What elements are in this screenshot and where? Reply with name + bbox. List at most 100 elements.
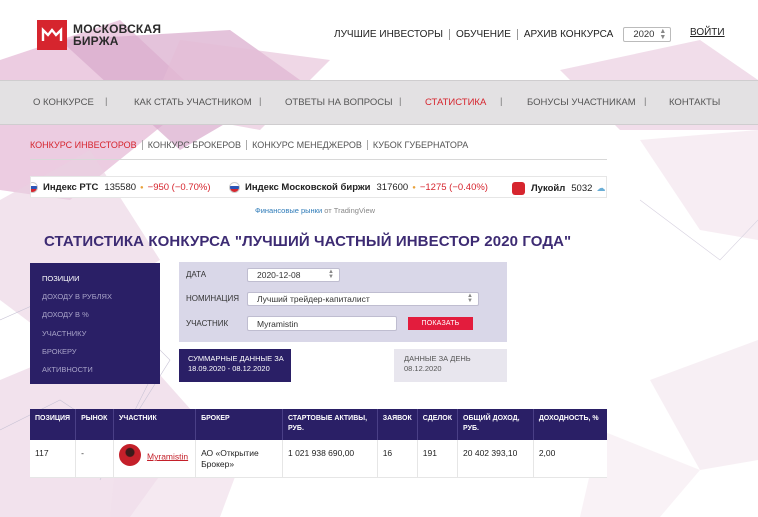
cell-orders: 16 bbox=[377, 440, 418, 478]
nav-separator: | bbox=[644, 96, 647, 107]
participant-input-value: Myramistin bbox=[257, 318, 299, 329]
top-nav: ЛУЧШИЕ ИНВЕСТОРЫ ОБУЧЕНИЕ АРХИВ КОНКУРСА… bbox=[334, 27, 672, 42]
market-ticker[interactable]: Индекс РТС 135580 ● −950 (−0.70%) Индекс… bbox=[30, 176, 607, 198]
contest-subnav: КОНКУРС ИНВЕСТОРОВ КОНКУРС БРОКЕРОВ КОНК… bbox=[30, 140, 607, 160]
nomination-label: НОМИНАЦИЯ bbox=[186, 294, 239, 303]
col-position[interactable]: ПОЗИЦИЯ bbox=[30, 409, 77, 440]
col-yield[interactable]: ДОХОДНОСТЬ, % bbox=[533, 409, 607, 440]
russia-flag-icon bbox=[31, 182, 38, 193]
day-tab-line2: 08.12.2020 bbox=[404, 364, 442, 373]
login-link[interactable]: ВОЙТИ bbox=[690, 27, 725, 38]
side-item-broker[interactable]: БРОКЕРУ bbox=[42, 346, 160, 364]
side-item-income-percent[interactable]: ДОХОДУ В % bbox=[42, 309, 160, 327]
cell-broker: АО «Открытие Брокер» bbox=[195, 440, 283, 478]
side-item-income-rub[interactable]: ДОХОДУ В РУБЛЯХ bbox=[42, 291, 160, 309]
ticker-item-lukoil[interactable]: Лукойл 5032 ☁ bbox=[512, 182, 605, 195]
side-item-participant[interactable]: УЧАСТНИКУ bbox=[42, 328, 160, 346]
cell-position: 117 bbox=[30, 440, 77, 478]
updown-chevron-icon: ▲ ▼ bbox=[328, 269, 334, 280]
col-participant[interactable]: УЧАСТНИК bbox=[113, 409, 197, 440]
cell-participant: Myramistin bbox=[113, 440, 197, 478]
summary-tab-line1: СУММАРНЫЕ ДАННЫЕ ЗА bbox=[188, 354, 284, 363]
stats-side-menu: ПОЗИЦИИ ДОХОДУ В РУБЛЯХ ДОХОДУ В % УЧАСТ… bbox=[30, 263, 160, 384]
participant-link[interactable]: Myramistin bbox=[147, 451, 188, 461]
ticker-name: Индекс Московской биржи bbox=[245, 182, 371, 193]
nav-about[interactable]: О КОНКУРСЕ bbox=[33, 97, 94, 108]
lukoil-logo-icon bbox=[512, 182, 525, 195]
updown-chevron-icon: ▲ ▼ bbox=[467, 293, 473, 304]
subnav-governor-cup[interactable]: КУБОК ГУБЕРНАТОРА bbox=[368, 140, 473, 150]
nav-separator: | bbox=[105, 96, 108, 107]
moex-logo-icon bbox=[37, 20, 67, 50]
nav-bonuses[interactable]: БОНУСЫ УЧАСТНИКАМ bbox=[527, 97, 636, 108]
cloud-icon: ☁ bbox=[596, 183, 606, 193]
tab-summary-period[interactable]: СУММАРНЫЕ ДАННЫЕ ЗА 18.09.2020 - 08.12.2… bbox=[179, 349, 291, 382]
moex-logo[interactable]: МОСКОВСКАЯ БИРЖА bbox=[37, 20, 161, 50]
nomination-select-value: Лучший трейдер-капиталист bbox=[257, 294, 370, 304]
realtime-dot-icon: ● bbox=[140, 184, 144, 191]
subnav-managers[interactable]: КОНКУРС МЕНЕДЖЕРОВ bbox=[247, 140, 368, 150]
top-link-education[interactable]: ОБУЧЕНИЕ bbox=[450, 29, 518, 40]
nav-statistics[interactable]: СТАТИСТИКА bbox=[425, 97, 486, 108]
page-title: СТАТИСТИКА КОНКУРСА "ЛУЧШИЙ ЧАСТНЫЙ ИНВЕ… bbox=[44, 233, 572, 250]
nav-how-to-join[interactable]: КАК СТАТЬ УЧАСТНИКОМ bbox=[134, 97, 252, 108]
cell-start-assets: 1 021 938 690,00 bbox=[282, 440, 378, 478]
nomination-select[interactable]: Лучший трейдер-капиталист ▲ ▼ bbox=[247, 292, 479, 306]
top-link-archive[interactable]: АРХИВ КОНКУРСА bbox=[518, 29, 619, 40]
updown-chevron-icon: ▲ ▼ bbox=[659, 27, 667, 41]
day-tab-line1: ДАННЫЕ ЗА ДЕНЬ bbox=[404, 354, 471, 363]
col-market[interactable]: РЫНОК bbox=[75, 409, 115, 440]
ticker-value: 135580 bbox=[104, 182, 137, 193]
nav-contacts[interactable]: КОНТАКТЫ bbox=[669, 97, 720, 108]
col-broker[interactable]: БРОКЕР bbox=[195, 409, 283, 440]
ticker-name: Лукойл bbox=[531, 183, 566, 194]
tradingview-link[interactable]: Финансовые рынки bbox=[255, 206, 322, 215]
ticker-item-moex[interactable]: Индекс Московской биржи 317600 ● −1275 (… bbox=[229, 182, 488, 193]
participant-input[interactable]: Myramistin bbox=[247, 316, 397, 331]
cell-market: - bbox=[75, 440, 115, 478]
table-row: 117 - Myramistin АО «Открытие Брокер» 1 … bbox=[30, 440, 607, 478]
logo-text: МОСКОВСКАЯ БИРЖА bbox=[73, 23, 161, 47]
ticker-change: −1275 (−0.40%) bbox=[419, 182, 488, 193]
cell-deals: 191 bbox=[417, 440, 459, 478]
date-field[interactable]: 2020-12-08 ▲ ▼ bbox=[247, 268, 340, 282]
tradingview-suffix: от TradingView bbox=[324, 206, 376, 215]
tab-day-data[interactable]: ДАННЫЕ ЗА ДЕНЬ 08.12.2020 bbox=[394, 349, 507, 382]
show-button[interactable]: ПОКАЗАТЬ bbox=[408, 317, 473, 330]
col-start-assets[interactable]: СТАРТОВЫЕ АКТИВЫ, РУБ. bbox=[282, 409, 378, 440]
side-item-activity[interactable]: АКТИВНОСТИ bbox=[42, 364, 160, 382]
nav-separator: | bbox=[259, 96, 262, 107]
site-header: МОСКОВСКАЯ БИРЖА ЛУЧШИЕ ИНВЕСТОРЫ ОБУЧЕН… bbox=[0, 0, 758, 80]
russia-flag-icon bbox=[229, 182, 240, 193]
nav-separator: | bbox=[500, 96, 503, 107]
cell-yield: 2,00 bbox=[533, 440, 607, 478]
ticker-value: 5032 bbox=[571, 183, 593, 194]
table-header-row: ПОЗИЦИЯ РЫНОК УЧАСТНИК БРОКЕР СТАРТОВЫЕ … bbox=[30, 409, 607, 440]
nav-separator: | bbox=[399, 96, 402, 107]
results-table: ПОЗИЦИЯ РЫНОК УЧАСТНИК БРОКЕР СТАРТОВЫЕ … bbox=[30, 409, 607, 478]
ticker-name: Индекс РТС bbox=[43, 182, 99, 193]
col-total-income[interactable]: ОБЩИЙ ДОХОД, РУБ. bbox=[457, 409, 534, 440]
side-item-positions[interactable]: ПОЗИЦИИ bbox=[42, 273, 160, 291]
top-link-best-investors[interactable]: ЛУЧШИЕ ИНВЕСТОРЫ bbox=[334, 29, 450, 40]
year-select-value: 2020 bbox=[633, 29, 655, 40]
col-deals[interactable]: СДЕЛОК bbox=[417, 409, 459, 440]
ticker-change: −950 (−0.70%) bbox=[147, 182, 211, 193]
nav-faq[interactable]: ОТВЕТЫ НА ВОПРОСЫ bbox=[285, 97, 393, 108]
tradingview-credit: Финансовые рынки от TradingView bbox=[255, 206, 375, 215]
cell-total-income: 20 402 393,10 bbox=[457, 440, 534, 478]
subnav-investors[interactable]: КОНКУРС ИНВЕСТОРОВ bbox=[30, 140, 143, 150]
ticker-value: 317600 bbox=[376, 182, 409, 193]
participant-label: УЧАСТНИК bbox=[186, 319, 229, 328]
col-orders[interactable]: ЗАЯВОК bbox=[377, 409, 418, 440]
subnav-brokers[interactable]: КОНКУРС БРОКЕРОВ bbox=[143, 140, 248, 150]
date-field-value: 2020-12-08 bbox=[257, 270, 301, 280]
summary-tab-line2: 18.09.2020 - 08.12.2020 bbox=[188, 364, 270, 373]
main-nav: О КОНКУРСЕ | КАК СТАТЬ УЧАСТНИКОМ | ОТВЕ… bbox=[0, 80, 758, 125]
avatar[interactable] bbox=[119, 444, 142, 466]
logo-line-2: БИРЖА bbox=[73, 34, 119, 48]
realtime-dot-icon: ● bbox=[412, 184, 416, 191]
year-select[interactable]: 2020 ▲ ▼ bbox=[623, 27, 672, 42]
filter-panel: ДАТА 2020-12-08 ▲ ▼ НОМИНАЦИЯ Лучший трей… bbox=[179, 262, 507, 342]
ticker-item-rts[interactable]: Индекс РТС 135580 ● −950 (−0.70%) bbox=[31, 182, 211, 193]
